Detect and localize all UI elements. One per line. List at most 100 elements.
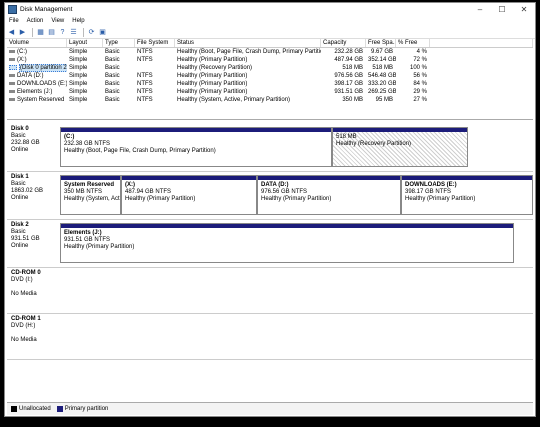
disk-type: Basic — [11, 181, 26, 187]
volume-layout-cell: Simple — [69, 65, 88, 71]
volume-name-cell: (C:) — [7, 48, 67, 56]
minimize-button[interactable]: – — [469, 3, 491, 16]
column-percent-free[interactable]: % Free — [396, 39, 430, 47]
partition-box[interactable]: DATA (D:) 976.56 GB NTFS Healthy (Primary … — [257, 175, 401, 215]
volume-icon — [9, 73, 15, 77]
disk-name: Disk 2 — [11, 222, 29, 228]
volume-row[interactable]: (X:) Simple Basic NTFS Healthy (Primary Part… — [7, 56, 533, 64]
partition-box[interactable]: (C:) 232.38 GB NTFS Healthy (Boot, Page Fi… — [60, 127, 332, 167]
volume-icon — [9, 89, 15, 93]
toolbar-separator — [32, 27, 33, 37]
partition-status: Healthy (Primary Partition) — [64, 244, 135, 250]
cdrom-label[interactable]: CD-ROM 0 DVD (I:) No Media — [11, 270, 55, 298]
maximize-button[interactable]: ☐ — [491, 3, 513, 16]
volume-type-cell: Basic — [105, 81, 120, 87]
column-capacity[interactable]: Capacity — [321, 39, 366, 47]
volume-free-cell: 333.20 GB — [368, 81, 396, 87]
volume-row[interactable]: System Reserved Simple Basic NTFS Healthy (S… — [7, 96, 533, 104]
volume-pct-cell: 4 % — [416, 49, 427, 55]
forward-icon[interactable]: ▶ — [18, 28, 27, 37]
volume-fs-cell: NTFS — [137, 73, 153, 79]
partition-box[interactable]: Elements (J:) 931.51 GB NTFS Healthy (Prim… — [60, 223, 514, 263]
partition-box[interactable]: System Reserved 350 MB NTFS Healthy (Syste… — [60, 175, 121, 215]
volume-name-cell: (X:) — [7, 56, 67, 64]
cdrom-label[interactable]: CD-ROM 1 DVD (H:) No Media — [11, 316, 55, 344]
volume-fs-cell: NTFS — [137, 97, 153, 103]
volume-row[interactable]: DATA (D:) Simple Basic NTFS Healthy (Primary… — [7, 72, 533, 80]
list-icon[interactable]: ☰ — [69, 28, 78, 37]
close-button[interactable]: ✕ — [513, 3, 535, 16]
volume-status-cell: Healthy (Primary Partition) — [177, 73, 248, 79]
help-icon[interactable]: ? — [58, 28, 67, 37]
disk-size: 931.51 GB — [11, 236, 40, 242]
disk-management-window: Disk Management – ☐ ✕ File Action View H… — [4, 2, 536, 417]
volume-layout-cell: Simple — [69, 89, 88, 95]
volume-list: Volume Layout Type File System Status Ca… — [7, 39, 533, 120]
partition-name: (C:) — [64, 134, 75, 140]
column-volume[interactable]: Volume — [7, 39, 67, 47]
menu-view[interactable]: View — [47, 18, 68, 24]
partition-box[interactable]: DOWNLOADS (E:) 398.17 GB NTFS Healthy (Pri… — [401, 175, 533, 215]
volume-icon — [9, 64, 17, 70]
column-free-space[interactable]: Free Spa... — [366, 39, 396, 47]
volume-free-cell: 518 MB — [372, 65, 393, 71]
disk-management-icon — [8, 5, 17, 14]
volume-free-cell: 9.67 GB — [370, 49, 393, 55]
partition-size: 350 MB NTFS — [64, 189, 103, 195]
volume-layout-cell: Simple — [69, 81, 88, 87]
disk-label[interactable]: Disk 0 Basic 232.88 GB Online — [11, 126, 55, 154]
menu-file[interactable]: File — [5, 18, 23, 24]
volume-status-cell: Healthy (Primary Partition) — [177, 81, 248, 87]
disk-row: Disk 0 Basic 232.88 GB Online (C:) 232.38… — [7, 123, 533, 172]
disk-map: Disk 0 Basic 232.88 GB Online (C:) 232.38… — [7, 123, 533, 401]
partition-status: Healthy (System, Activ — [64, 196, 120, 202]
volume-capacity-cell: 487.94 GB — [334, 57, 363, 63]
legend-primary-partition: Primary partition — [64, 406, 109, 412]
primary-partition-swatch — [56, 406, 63, 412]
volume-layout-cell: Simple — [69, 57, 88, 63]
refresh-icon[interactable]: ⟳ — [87, 28, 96, 37]
volume-layout-cell: Simple — [69, 73, 88, 79]
partition-box[interactable]: (X:) 487.94 GB NTFS Healthy (Primary Parti… — [121, 175, 257, 215]
disk-label[interactable]: Disk 2 Basic 931.51 GB Online — [11, 222, 55, 250]
cdrom-type: DVD (I:) — [11, 277, 33, 283]
back-icon[interactable]: ◀ — [7, 28, 16, 37]
partition-name: System Reserved — [64, 182, 115, 188]
menu-action[interactable]: Action — [23, 18, 48, 24]
volume-row[interactable]: Elements (J:) Simple Basic NTFS Healthy (Pri… — [7, 88, 533, 96]
partition-status: Healthy (Primary Partition) — [261, 196, 332, 202]
volume-fs-cell: NTFS — [137, 89, 153, 95]
column-file-system[interactable]: File System — [135, 39, 175, 47]
menu-help[interactable]: Help — [68, 18, 88, 24]
volume-pct-cell: 29 % — [413, 89, 427, 95]
volume-name-cell: Elements (J:) — [7, 88, 67, 96]
window-title: Disk Management — [20, 6, 73, 13]
legend-unallocated: Unallocated — [19, 406, 51, 412]
cdrom-row: CD-ROM 0 DVD (I:) No Media — [7, 267, 533, 314]
volume-row[interactable]: (C:) Simple Basic NTFS Healthy (Boot, Page F… — [7, 48, 533, 56]
volume-type-cell: Basic — [105, 97, 120, 103]
volume-name: System Reserved — [17, 97, 65, 103]
volume-type-cell: Basic — [105, 49, 120, 55]
partition-status: Healthy (Primary Partition) — [405, 196, 476, 202]
disk-label[interactable]: Disk 1 Basic 1863.02 GB Online — [11, 174, 55, 202]
disk-type: Basic — [11, 229, 26, 235]
volume-pct-cell: 72 % — [413, 57, 427, 63]
volume-status-cell: Healthy (Primary Partition) — [177, 57, 248, 63]
column-type[interactable]: Type — [103, 39, 135, 47]
volume-fs-cell: NTFS — [137, 81, 153, 87]
settings-icon[interactable]: ▣ — [98, 28, 107, 37]
disk-name: Disk 1 — [11, 174, 29, 180]
column-layout[interactable]: Layout — [67, 39, 103, 47]
menu-bar: File Action View Help — [5, 16, 535, 26]
properties-icon[interactable]: ▤ — [47, 28, 56, 37]
volume-row[interactable]: DOWNLOADS (E:) Simple Basic NTFS Healthy (Pr… — [7, 80, 533, 88]
volume-name: Elements (J:) — [17, 89, 53, 95]
volume-row[interactable]: (Disk 0 partition 2) Simple Basic Healthy (… — [7, 64, 533, 72]
column-status[interactable]: Status — [175, 39, 321, 47]
toolbar: ◀ ▶ ▦ ▤ ? ☰ ⟳ ▣ — [5, 26, 535, 39]
volume-pct-cell: 84 % — [413, 81, 427, 87]
partition-box-selected[interactable]: 518 MB Healthy (Recovery Partition) — [332, 127, 468, 167]
partition-size: 398.17 GB NTFS — [405, 189, 452, 195]
console-icon[interactable]: ▦ — [36, 28, 45, 37]
